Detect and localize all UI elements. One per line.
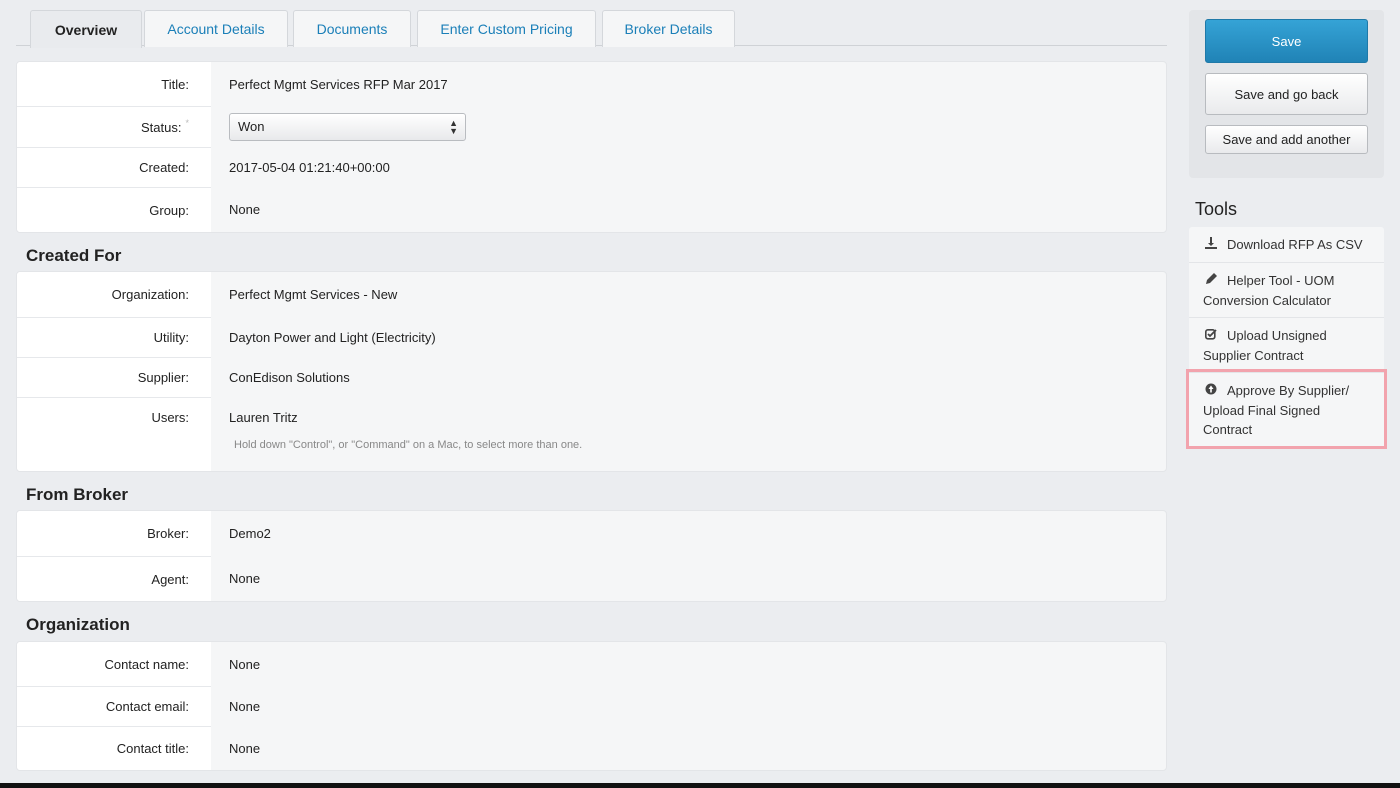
contact-title-value: None — [229, 740, 261, 756]
organization-row: Organization: Perfect Mgmt Services - Ne… — [17, 272, 1166, 317]
organization-label: Organization: — [17, 272, 211, 317]
title-row: Title: Perfect Mgmt Services RFP Mar 201… — [17, 62, 1166, 106]
group-label: Group: — [17, 187, 211, 232]
status-row: Status: * Won ▲ ▼ — [17, 106, 1166, 147]
contact-name-row: Contact name: None — [17, 642, 1166, 686]
save-button[interactable]: Save — [1205, 19, 1368, 63]
tab-broker-details[interactable]: Broker Details — [602, 10, 735, 47]
supplier-value: ConEdison Solutions — [229, 369, 350, 385]
agent-label: Agent: — [17, 556, 211, 601]
organization-panel: Contact name: None Contact email: None C… — [16, 641, 1167, 771]
users-label: Users: — [17, 397, 211, 471]
organization-heading: Organization — [26, 615, 130, 634]
created-for-panel: Organization: Perfect Mgmt Services - Ne… — [16, 271, 1167, 472]
agent-row: Agent: None — [17, 556, 1166, 601]
status-select[interactable]: Won ▲ ▼ — [229, 112, 466, 141]
group-row: Group: None — [17, 187, 1166, 232]
status-label-cell: Status: * — [17, 106, 211, 147]
pencil-icon — [1203, 272, 1219, 291]
tab-documents[interactable]: Documents — [293, 10, 411, 47]
created-value: 2017-05-04 01:21:40+00:00 — [229, 159, 390, 175]
utility-value: Dayton Power and Light (Electricity) — [229, 329, 436, 345]
save-and-go-back-button[interactable]: Save and go back — [1205, 73, 1368, 115]
tool-uom-conversion-calculator[interactable]: Helper Tool - UOM Conversion Calculator — [1189, 262, 1384, 317]
download-icon — [1203, 236, 1219, 255]
tool-upload-unsigned-contract[interactable]: Upload Unsigned Supplier Contract — [1189, 317, 1384, 372]
status-value-cell: Won ▲ ▼ — [211, 106, 1166, 147]
broker-value: Demo2 — [229, 526, 271, 541]
created-label: Created: — [17, 147, 211, 187]
tool-approve-upload-signed-contract[interactable]: Approve By Supplier/ Upload Final Signed… — [1186, 369, 1387, 449]
tool-label: Helper Tool - UOM Conversion Calculator — [1203, 273, 1335, 308]
from-broker-panel: Broker: Demo2 Agent: None — [16, 510, 1167, 602]
tab-account-details[interactable]: Account Details — [144, 10, 288, 47]
group-value: None — [229, 202, 261, 217]
from-broker-heading: From Broker — [26, 485, 129, 504]
users-row: Users: Lauren Tritz Hold down "Control",… — [17, 397, 1166, 471]
supplier-row: Supplier: ConEdison Solutions — [17, 357, 1166, 397]
users-value-cell: Lauren Tritz Hold down "Control", or "Co… — [211, 397, 1166, 471]
title-label: Title: — [17, 62, 211, 106]
select-arrows-icon: ▲ ▼ — [449, 117, 458, 136]
tool-label: Approve By Supplier/ Upload Final Signed… — [1203, 383, 1350, 437]
users-value[interactable]: Lauren Tritz — [229, 410, 298, 425]
tool-label: Download RFP As CSV — [1227, 237, 1363, 252]
contact-email-label: Contact email: — [17, 686, 211, 726]
contact-email-row: Contact email: None — [17, 686, 1166, 726]
upload-circle-icon — [1203, 382, 1219, 401]
contact-title-label: Contact title: — [17, 726, 211, 770]
contact-name-label: Contact name: — [17, 642, 211, 686]
tab-bar: Overview Account Details Documents Enter… — [16, 8, 1167, 48]
supplier-label: Supplier: — [17, 357, 211, 397]
status-label: Status: — [141, 119, 182, 135]
contact-email-value: None — [229, 698, 261, 714]
created-for-heading: Created For — [26, 246, 122, 265]
utility-label: Utility: — [17, 317, 211, 357]
tab-enter-custom-pricing[interactable]: Enter Custom Pricing — [417, 10, 596, 47]
bottom-edge-bar — [0, 783, 1400, 788]
status-selected-value: Won — [238, 119, 265, 134]
sidebar: Save Save and go back Save and add anoth… — [1186, 10, 1387, 449]
save-and-add-another-button[interactable]: Save and add another — [1205, 125, 1368, 154]
created-row: Created: 2017-05-04 01:21:40+00:00 — [17, 147, 1166, 187]
contact-title-row: Contact title: None — [17, 726, 1166, 770]
main-content: Overview Account Details Documents Enter… — [16, 8, 1167, 771]
tab-overview[interactable]: Overview — [30, 10, 142, 48]
general-panel: Title: Perfect Mgmt Services RFP Mar 201… — [16, 61, 1167, 233]
contact-name-value: None — [229, 656, 261, 672]
required-marker: * — [185, 118, 189, 128]
checkbox-icon — [1203, 327, 1219, 346]
broker-label: Broker: — [17, 511, 211, 556]
tools-heading: Tools — [1195, 199, 1238, 219]
tool-download-rfp-csv[interactable]: Download RFP As CSV — [1189, 227, 1384, 262]
save-actions-box: Save Save and go back Save and add anoth… — [1189, 10, 1384, 178]
title-value: Perfect Mgmt Services RFP Mar 2017 — [229, 76, 448, 92]
broker-row: Broker: Demo2 — [17, 511, 1166, 556]
users-help-text: Hold down "Control", or "Command" on a M… — [234, 439, 583, 451]
agent-value: None — [229, 571, 261, 586]
organization-value: Perfect Mgmt Services - New — [229, 287, 398, 302]
tool-label: Upload Unsigned Supplier Contract — [1203, 328, 1327, 363]
tools-list: Download RFP As CSV Helper Tool - UOM Co… — [1186, 227, 1387, 449]
utility-row: Utility: Dayton Power and Light (Electri… — [17, 317, 1166, 357]
